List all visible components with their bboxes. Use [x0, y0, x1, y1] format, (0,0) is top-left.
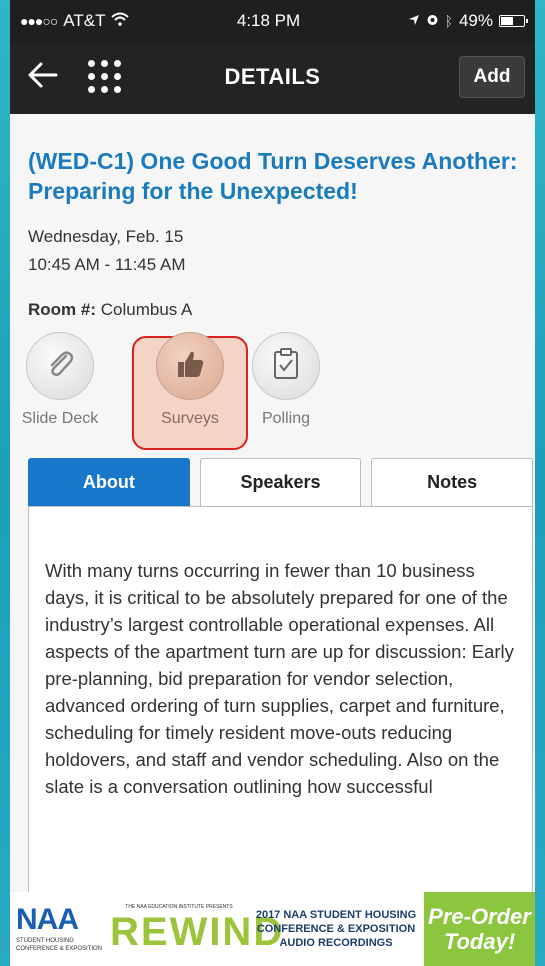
signal-strength-icon: ●●●○○: [20, 13, 58, 29]
battery-icon: [499, 15, 528, 27]
tab-notes[interactable]: Notes: [371, 458, 534, 506]
alarm-icon: [426, 11, 439, 31]
conf-line-3: AUDIO RECORDINGS: [279, 937, 393, 949]
bluetooth-icon: ᛒ: [444, 13, 453, 29]
status-bar: ●●●○○ AT&T 4:18 PM ᛒ 49%: [10, 0, 535, 42]
slide-deck-button[interactable]: Slide Deck: [10, 332, 110, 428]
polling-label: Polling: [261, 410, 311, 427]
add-button[interactable]: Add: [459, 56, 525, 98]
preorder-line-1: Pre-Order: [428, 904, 531, 929]
phone-screen: ●●●○○ AT&T 4:18 PM ᛒ 49% DETAILS Add (WE…: [0, 0, 545, 966]
tab-bar: About Speakers Notes: [28, 458, 534, 506]
conf-line-2: CONFERENCE & EXPOSITION: [256, 923, 416, 935]
page-title: DETAILS: [224, 64, 321, 89]
room-label: Room #:: [28, 300, 96, 319]
polling-button[interactable]: Polling: [236, 332, 336, 428]
thumbs-up-icon: [173, 347, 207, 386]
conference-text: 2017 NAA STUDENT HOUSING CONFERENCE & EX…: [248, 892, 424, 966]
status-right: ᛒ 49%: [408, 11, 528, 31]
session-time: 10:45 AM - 11:45 AM: [28, 255, 186, 274]
carrier-name: AT&T: [63, 11, 106, 30]
rewind-text: REWIND: [110, 910, 285, 954]
battery-percent: 49%: [458, 11, 493, 30]
room-row: Room #: Columbus A: [28, 300, 192, 320]
preorder-button[interactable]: Pre-Order Today!: [424, 892, 535, 966]
naa-logo-text: NAA: [16, 903, 79, 936]
about-description: With many turns occurring in fewer than …: [45, 560, 514, 797]
preorder-line-2: Today!: [443, 929, 516, 954]
tab-about[interactable]: About: [28, 458, 190, 506]
slide-deck-label: Slide Deck: [21, 410, 99, 427]
clipboard-check-icon: [271, 347, 301, 386]
battery-fill: [501, 17, 513, 25]
naa-subtitle: STUDENT HOUSING CONFERENCE & EXPOSITION: [16, 938, 103, 952]
paperclip-icon: [42, 346, 78, 387]
session-date: Wednesday, Feb. 15: [28, 227, 184, 246]
wifi-icon: [111, 11, 130, 31]
status-left: ●●●○○ AT&T: [20, 11, 130, 31]
session-details: (WED-C1) One Good Turn Deserves Another:…: [10, 114, 535, 966]
status-time: 4:18 PM: [236, 11, 301, 30]
nav-bar: DETAILS Add: [10, 42, 535, 114]
ad-banner[interactable]: NAA STUDENT HOUSING CONFERENCE & EXPOSIT…: [10, 892, 535, 966]
about-panel[interactable]: With many turns occurring in fewer than …: [28, 506, 533, 906]
rewind-logo: THE NAA EDUCATION INSTITUTE PRESENTS REW…: [110, 892, 285, 966]
tab-speakers[interactable]: Speakers: [199, 458, 362, 506]
room-value: Columbus A: [100, 300, 193, 319]
session-title: (WED-C1) One Good Turn Deserves Another:…: [28, 148, 518, 204]
conf-line-1: 2017 NAA STUDENT HOUSING: [255, 909, 417, 921]
location-arrow-icon: [408, 11, 420, 31]
surveys-circle[interactable]: [156, 332, 224, 400]
polling-circle[interactable]: [252, 332, 320, 400]
slide-deck-circle[interactable]: [26, 332, 94, 400]
surveys-label: Surveys: [161, 410, 219, 427]
surveys-button[interactable]: Surveys: [140, 332, 240, 428]
naa-logo: NAA STUDENT HOUSING CONFERENCE & EXPOSIT…: [10, 892, 110, 966]
